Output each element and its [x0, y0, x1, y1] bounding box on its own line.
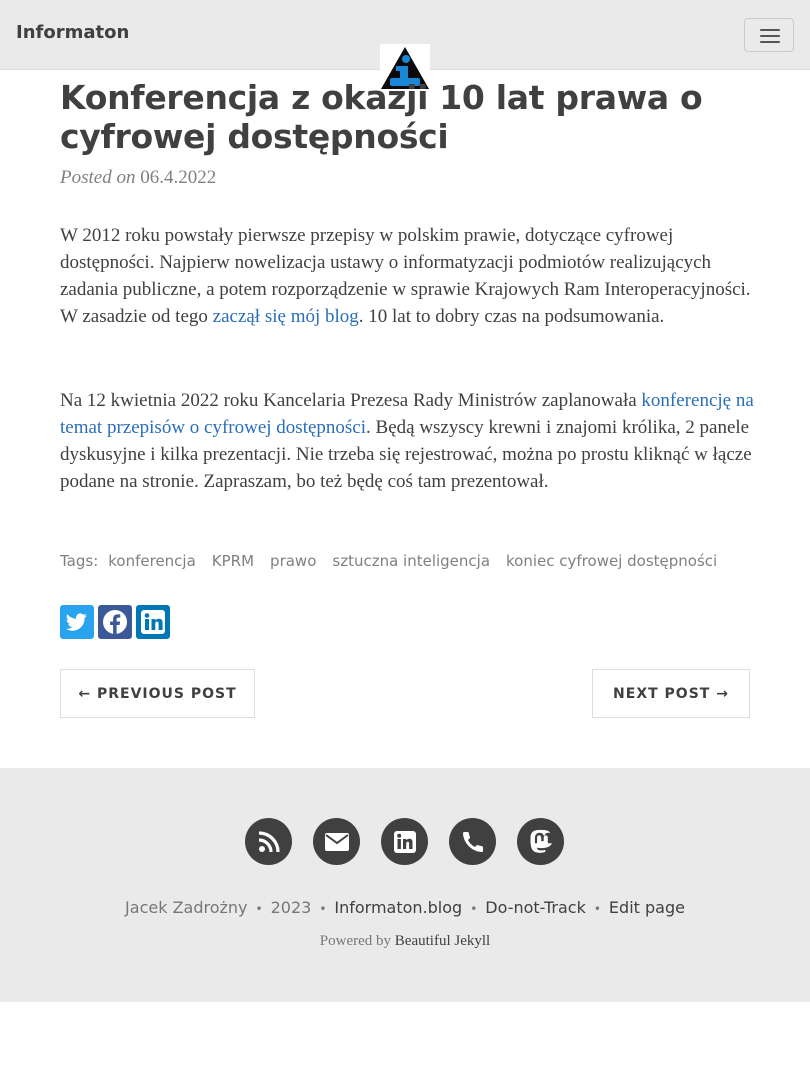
blog-start-link[interactable]: zaczął się mój blog: [213, 306, 359, 327]
theme-credit: Powered by Beautiful Jekyll: [0, 933, 810, 950]
phone-icon: [462, 831, 483, 852]
next-post-button[interactable]: NEXT POST →: [592, 669, 750, 718]
share-twitter-button[interactable]: [60, 605, 94, 639]
post-tags: Tags: konferencja KPRM prawo sztuczna in…: [60, 552, 717, 570]
tag-link[interactable]: KPRM: [212, 552, 254, 570]
tag-link[interactable]: koniec cyfrowej dostępności: [506, 552, 717, 570]
do-not-track-link[interactable]: Do-not-Track: [485, 898, 586, 917]
author-name: Jacek Zadrożny: [125, 898, 248, 917]
twitter-icon: [65, 613, 87, 631]
linkedin-icon: [141, 610, 165, 634]
rss-icon: [258, 830, 280, 852]
beautiful-jekyll-link[interactable]: Beautiful Jekyll: [395, 933, 490, 949]
footer: Jacek Zadrożny • 2023 • Informaton.blog • Do-n…: [0, 768, 810, 1002]
envelope-icon: [324, 832, 349, 851]
site-brand-link[interactable]: Informaton: [16, 22, 129, 43]
paragraph-1-text-end: . 10 lat to dobry czas na podsumowania.: [358, 306, 665, 327]
rss-link[interactable]: [245, 818, 292, 865]
post-meta: Posted on 06.4.2022: [60, 167, 216, 189]
phone-link[interactable]: [449, 818, 496, 865]
footer-social-links: [245, 818, 564, 865]
post-paragraph-1: W 2012 roku powstały pierwsze przepisy w…: [60, 222, 760, 330]
post-date: 06.4.2022: [140, 167, 217, 188]
copyright-year: 2023: [270, 898, 312, 917]
mastodon-link[interactable]: [517, 818, 564, 865]
linkedin-icon: [393, 830, 416, 853]
site-link[interactable]: Informaton.blog: [334, 898, 462, 917]
edit-page-link[interactable]: Edit page: [609, 898, 685, 917]
powered-by-text: Powered by: [319, 933, 392, 949]
mastodon-icon: [529, 829, 553, 853]
hamburger-menu-button[interactable]: [744, 18, 794, 52]
hamburger-menu-icon: [760, 29, 780, 31]
share-linkedin-button[interactable]: [136, 605, 170, 639]
share-buttons: [60, 605, 170, 639]
post-paragraph-2: Na 12 kwietnia 2022 roku Kancelaria Prez…: [60, 387, 760, 495]
paragraph-2-text: Na 12 kwietnia 2022 roku Kancelaria Prez…: [60, 390, 642, 411]
email-link[interactable]: [313, 818, 360, 865]
post-title: Konferencja z okazji 10 lat prawa o cyfr…: [60, 78, 703, 156]
tag-link[interactable]: sztuczna inteligencja: [332, 552, 490, 570]
post-meta-prefix: Posted on: [60, 167, 136, 188]
facebook-icon: [103, 610, 127, 634]
tags-label: Tags:: [60, 552, 99, 570]
tag-link[interactable]: konferencja: [108, 552, 196, 570]
previous-post-button[interactable]: ← PREVIOUS POST: [60, 669, 255, 718]
tag-link[interactable]: prawo: [270, 552, 316, 570]
footer-linkedin-link[interactable]: [381, 818, 428, 865]
share-facebook-button[interactable]: [98, 605, 132, 639]
footer-copyright: Jacek Zadrożny • 2023 • Informaton.blog • Do-n…: [125, 898, 685, 917]
